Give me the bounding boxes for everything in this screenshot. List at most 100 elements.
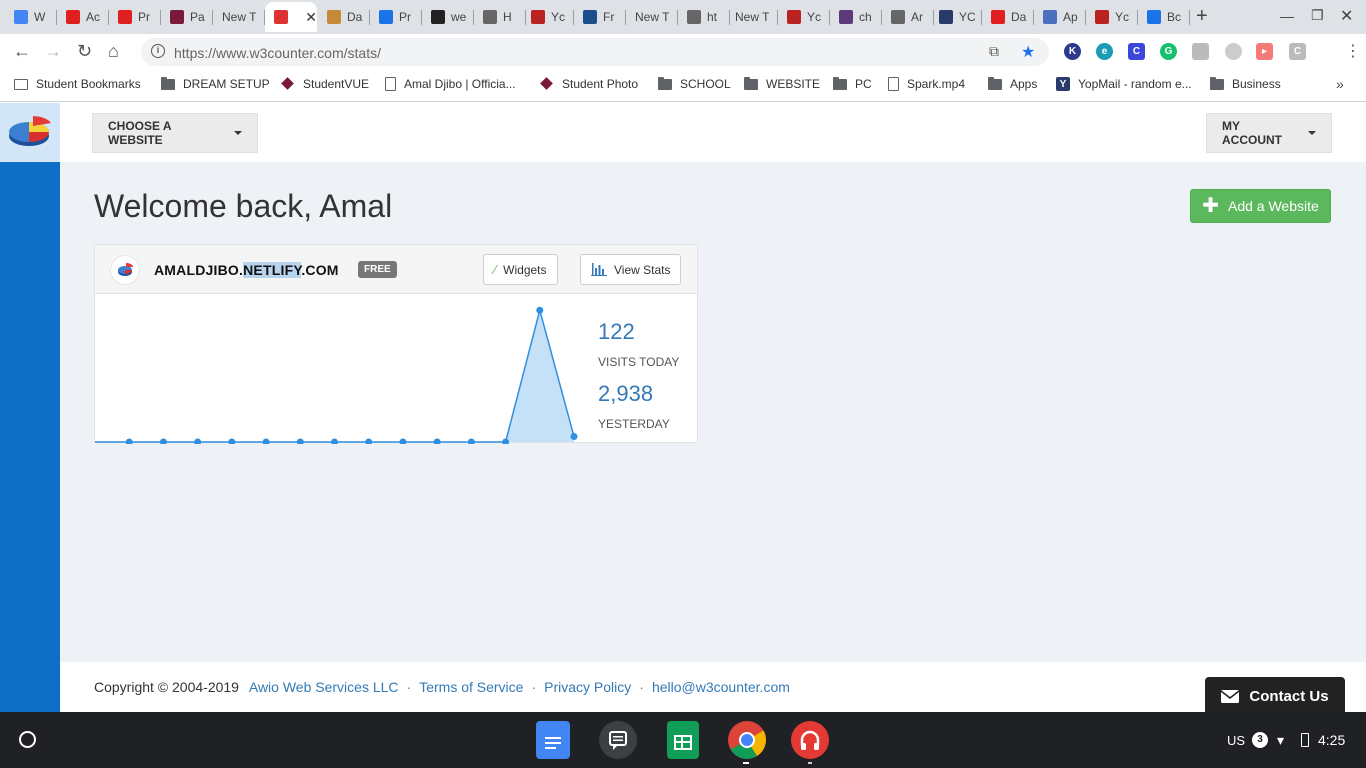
home-icon[interactable]: ⌂ bbox=[108, 41, 119, 61]
data-point[interactable] bbox=[365, 438, 373, 445]
browser-tab[interactable]: Yc bbox=[522, 2, 574, 32]
grammarly-icon[interactable]: G bbox=[1160, 43, 1177, 60]
view-stats-button[interactable]: View Stats bbox=[580, 254, 682, 285]
browser-tab[interactable]: New T bbox=[626, 2, 678, 32]
forward-icon[interactable]: → bbox=[44, 41, 62, 61]
headphones-app-icon[interactable] bbox=[791, 721, 829, 759]
browser-tab[interactable]: New T bbox=[726, 2, 778, 32]
data-point[interactable] bbox=[228, 438, 236, 445]
terms-link[interactable]: Terms of Service bbox=[419, 679, 523, 695]
extension-c-icon[interactable]: C bbox=[1128, 43, 1145, 60]
extension-arrow-icon[interactable]: ▸ bbox=[1256, 43, 1273, 60]
data-point[interactable] bbox=[262, 438, 270, 445]
url-text: https://www.w3counter.com/stats/ bbox=[174, 45, 381, 61]
launcher-icon[interactable] bbox=[19, 731, 36, 748]
browser-tab[interactable]: Fr bbox=[574, 2, 626, 32]
page-footer: Copyright © 2004-2019 Awio Web Services … bbox=[60, 662, 1366, 715]
bookmark-label: Student Bookmarks bbox=[36, 77, 141, 91]
company-link[interactable]: Awio Web Services LLC bbox=[249, 679, 399, 695]
browser-tab[interactable]: W bbox=[5, 2, 57, 32]
data-point[interactable] bbox=[194, 438, 202, 445]
choose-website-dropdown[interactable]: CHOOSE A WEBSITE bbox=[92, 113, 258, 153]
bookmark-item[interactable]: Spark.mp4 bbox=[888, 77, 965, 91]
reload-icon[interactable]: ↻ bbox=[77, 41, 92, 61]
browser-tab[interactable]: Bc bbox=[1138, 2, 1190, 32]
google-docs-icon[interactable] bbox=[536, 721, 570, 759]
data-point[interactable] bbox=[331, 438, 338, 445]
bookmark-star-icon[interactable]: ★ bbox=[1021, 42, 1035, 62]
bookmark-item[interactable]: Apps bbox=[988, 76, 1037, 91]
bookmark-item[interactable]: Business bbox=[1210, 76, 1281, 91]
data-point[interactable] bbox=[296, 438, 304, 445]
bookmark-item[interactable]: Amal Djibo | Officia... bbox=[385, 77, 516, 91]
site-info-icon[interactable]: i bbox=[151, 44, 165, 58]
folder-icon bbox=[833, 76, 847, 90]
new-tab-icon[interactable]: + bbox=[1196, 6, 1208, 26]
bookmark-item[interactable]: Student Photo bbox=[540, 77, 638, 91]
w3counter-logo[interactable] bbox=[0, 103, 60, 162]
browser-tab[interactable]: Ar bbox=[882, 2, 934, 32]
browser-tab[interactable]: Da bbox=[318, 2, 370, 32]
extension-copy-icon[interactable] bbox=[1192, 43, 1209, 60]
notification-count-badge[interactable]: 3 bbox=[1252, 732, 1268, 748]
data-point[interactable] bbox=[570, 433, 578, 441]
close-tab-icon[interactable]: ✕ bbox=[305, 9, 317, 26]
restore-icon[interactable]: ❐ bbox=[1311, 7, 1324, 24]
browser-menu-icon[interactable]: ⋮ bbox=[1345, 41, 1361, 61]
keyboard-locale[interactable]: US bbox=[1227, 733, 1245, 748]
extension-edit-icon[interactable]: e bbox=[1096, 43, 1113, 60]
contact-us-button[interactable]: Contact Us bbox=[1205, 677, 1345, 715]
browser-tab[interactable]: Pr bbox=[370, 2, 422, 32]
browser-tab[interactable]: YC bbox=[930, 2, 982, 32]
add-website-button[interactable]: ✚ Add a Website bbox=[1190, 189, 1331, 223]
my-account-dropdown[interactable]: MY ACCOUNT bbox=[1206, 113, 1332, 153]
star-icon bbox=[1147, 10, 1161, 24]
address-bar[interactable]: i https://www.w3counter.com/stats/ ⧉ ★ bbox=[141, 38, 1049, 66]
bookmark-item[interactable]: Y YopMail - random e... bbox=[1056, 77, 1192, 91]
tab-active[interactable]: ✕ bbox=[265, 2, 317, 32]
data-point[interactable] bbox=[399, 438, 407, 445]
privacy-link[interactable]: Privacy Policy bbox=[544, 679, 631, 695]
browser-tab[interactable]: Yc bbox=[778, 2, 830, 32]
data-point[interactable] bbox=[159, 438, 167, 445]
extension-k-icon[interactable]: K bbox=[1064, 43, 1081, 60]
data-point[interactable] bbox=[125, 438, 133, 445]
close-window-icon[interactable]: ✕ bbox=[1340, 6, 1353, 26]
bookmark-item[interactable]: WEBSITE bbox=[744, 76, 820, 91]
translate-icon[interactable]: ⧉ bbox=[989, 43, 999, 60]
browser-tab[interactable]: ch bbox=[830, 2, 882, 32]
browser-tab[interactable]: Ac bbox=[57, 2, 109, 32]
bookmark-item[interactable]: PC bbox=[833, 76, 872, 91]
browser-tab[interactable]: Yc bbox=[1086, 2, 1138, 32]
browser-tab[interactable]: we bbox=[422, 2, 474, 32]
browser-tab[interactable]: New T bbox=[213, 2, 265, 32]
browser-tab[interactable]: H bbox=[474, 2, 526, 32]
data-point[interactable] bbox=[467, 438, 475, 445]
email-link[interactable]: hello@w3counter.com bbox=[652, 679, 790, 695]
extension-c2-icon[interactable]: C bbox=[1289, 43, 1306, 60]
browser-tab[interactable]: Pr bbox=[109, 2, 161, 32]
bookmark-item[interactable]: Student Bookmarks bbox=[14, 77, 141, 91]
chrome-icon[interactable] bbox=[727, 720, 767, 760]
site-name[interactable]: AMALDJIBO.NETLIFY.COM bbox=[154, 262, 339, 278]
extension-gear-icon[interactable] bbox=[1225, 43, 1242, 60]
widgets-button[interactable]: ⁄ Widgets bbox=[483, 254, 558, 285]
bookmark-item[interactable]: StudentVUE bbox=[281, 77, 369, 91]
battery-icon[interactable] bbox=[1301, 733, 1309, 747]
browser-tab[interactable]: Da bbox=[982, 2, 1034, 32]
bookmark-item[interactable]: SCHOOL bbox=[658, 76, 731, 91]
browser-tab[interactable]: ht bbox=[678, 2, 730, 32]
data-point[interactable] bbox=[536, 306, 544, 314]
data-point[interactable] bbox=[433, 438, 441, 445]
minimize-icon[interactable]: — bbox=[1280, 8, 1294, 24]
google-sheets-icon[interactable] bbox=[667, 721, 699, 759]
browser-tab[interactable]: Ap bbox=[1034, 2, 1086, 32]
bookmarks-overflow-icon[interactable]: » bbox=[1336, 76, 1344, 92]
plus-icon: ✚ bbox=[1202, 195, 1219, 217]
bookmark-item[interactable]: DREAM SETUP bbox=[161, 76, 270, 91]
clock-time[interactable]: 4:25 bbox=[1318, 732, 1345, 748]
back-icon[interactable]: ← bbox=[13, 41, 31, 61]
browser-tab[interactable]: Pa bbox=[161, 2, 213, 32]
messages-icon[interactable] bbox=[599, 721, 637, 759]
wifi-icon[interactable]: ▾ bbox=[1277, 732, 1284, 749]
